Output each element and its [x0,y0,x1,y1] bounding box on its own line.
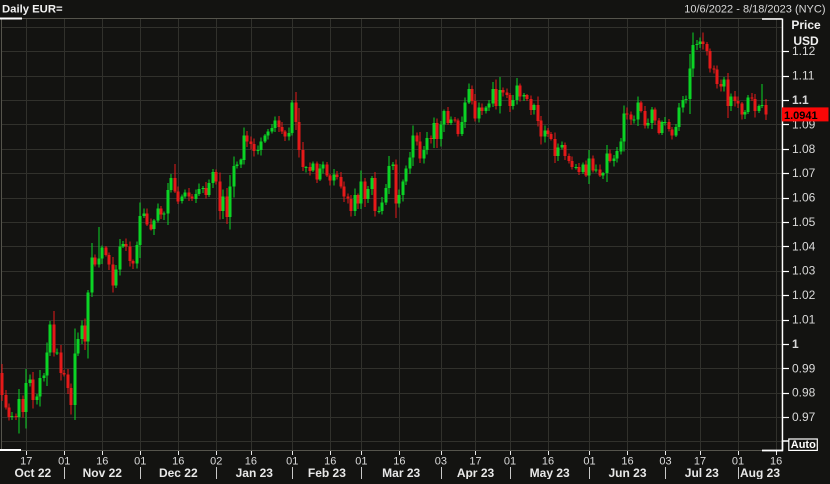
svg-text:1.1: 1.1 [792,93,809,107]
svg-text:0.97: 0.97 [792,410,816,424]
svg-text:0.98: 0.98 [792,386,816,400]
svg-text:01: 01 [355,456,367,468]
svg-text:Feb 23: Feb 23 [308,466,346,479]
svg-text:1.0941: 1.0941 [784,110,818,122]
svg-text:Oct 22: Oct 22 [15,466,52,479]
svg-text:Daily EUR=: Daily EUR= [2,4,63,16]
svg-text:1.02: 1.02 [792,288,816,302]
svg-text:01: 01 [58,456,70,468]
svg-text:Apr 23: Apr 23 [457,466,495,479]
svg-text:1.05: 1.05 [792,215,816,229]
svg-text:Jun 23: Jun 23 [608,466,646,479]
svg-text:1.01: 1.01 [792,313,816,327]
svg-text:03: 03 [659,456,671,468]
svg-text:Jul 23: Jul 23 [685,466,719,479]
svg-text:Nov 22: Nov 22 [83,466,123,479]
svg-text:Dec 22: Dec 22 [159,466,198,479]
svg-text:Jan 23: Jan 23 [236,466,274,479]
svg-text:01: 01 [134,456,146,468]
svg-text:May 23: May 23 [530,466,570,479]
svg-text:Auto: Auto [791,439,816,451]
svg-text:03: 03 [435,456,447,468]
svg-text:1.11: 1.11 [792,69,815,83]
svg-text:1.03: 1.03 [792,264,816,278]
svg-text:1.07: 1.07 [792,166,816,180]
svg-text:10/6/2022 - 8/18/2023 (NYC): 10/6/2022 - 8/18/2023 (NYC) [684,4,825,16]
svg-text:1: 1 [792,337,799,351]
svg-text:01: 01 [504,456,516,468]
svg-text:USD: USD [793,34,819,48]
svg-text:0.99: 0.99 [792,361,816,375]
svg-text:01: 01 [583,456,595,468]
svg-text:1.08: 1.08 [792,142,816,156]
svg-text:1.06: 1.06 [792,191,816,205]
svg-text:Price: Price [791,18,821,32]
svg-text:02: 02 [210,456,222,468]
svg-text:1.04: 1.04 [792,239,816,253]
svg-text:Mar 23: Mar 23 [382,466,420,479]
svg-text:Aug 23: Aug 23 [740,466,780,479]
svg-text:01: 01 [286,456,298,468]
